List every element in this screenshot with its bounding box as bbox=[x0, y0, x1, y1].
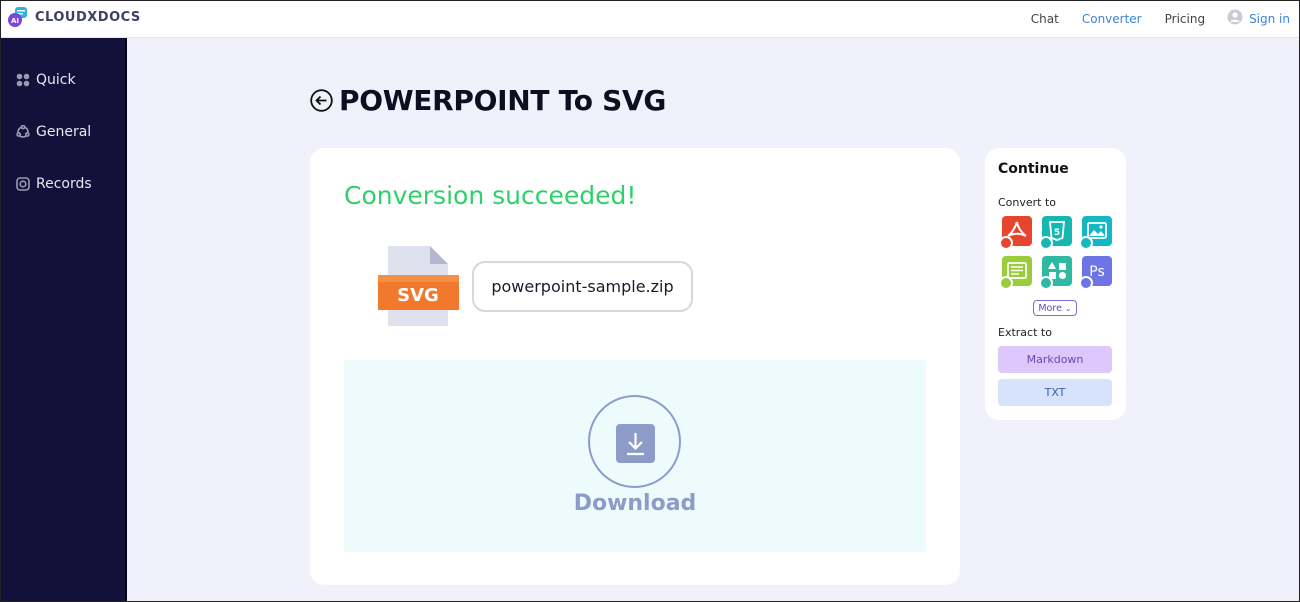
sidebar-item-general[interactable]: General bbox=[16, 124, 91, 140]
brand-name: CLOUDXDOCS bbox=[35, 9, 141, 25]
grid-icon bbox=[16, 73, 30, 87]
sidebar-item-label: Records bbox=[36, 176, 92, 192]
status-message: Conversion succeeded! bbox=[344, 181, 637, 210]
cycle-icon bbox=[16, 124, 30, 139]
sign-in-label: Sign in bbox=[1249, 11, 1290, 26]
extract-markdown-button[interactable]: Markdown bbox=[998, 346, 1112, 373]
top-bar: AI CLOUDXDOCS Chat Converter Pricing Sig… bbox=[0, 0, 1300, 38]
download-button[interactable] bbox=[588, 395, 681, 488]
sidebar-item-records[interactable]: Records bbox=[16, 176, 92, 192]
user-icon bbox=[1227, 9, 1243, 28]
format-shapes[interactable] bbox=[1039, 256, 1072, 290]
file-type-label: SVG bbox=[397, 285, 439, 306]
logo[interactable]: AI CLOUDXDOCS bbox=[7, 6, 141, 28]
format-photoshop[interactable]: Ps bbox=[1079, 256, 1112, 290]
arrow-badge-icon bbox=[1039, 236, 1053, 250]
nav-chat[interactable]: Chat bbox=[1031, 12, 1059, 26]
format-html[interactable]: 5 bbox=[1039, 216, 1072, 250]
svg-text:AI: AI bbox=[11, 17, 19, 25]
more-label: More bbox=[1038, 302, 1062, 314]
page-title-text: POWERPOINT To SVG bbox=[339, 84, 667, 117]
format-image[interactable] bbox=[1079, 216, 1112, 250]
more-formats-button[interactable]: More ⌄ bbox=[1033, 300, 1077, 316]
extract-txt-button[interactable]: TXT bbox=[998, 379, 1112, 406]
arrow-badge-icon bbox=[999, 236, 1013, 250]
continue-panel: Continue Convert to 5 Ps More ⌄ Extract … bbox=[985, 148, 1126, 420]
svg-text:Ps: Ps bbox=[1089, 264, 1105, 280]
download-label[interactable]: Download bbox=[344, 491, 926, 516]
nav-converter[interactable]: Converter bbox=[1082, 12, 1142, 26]
record-icon bbox=[16, 177, 30, 191]
arrow-badge-icon bbox=[1079, 276, 1093, 290]
back-arrow-icon[interactable] bbox=[310, 89, 333, 112]
arrow-badge-icon bbox=[1079, 236, 1093, 250]
format-document[interactable] bbox=[999, 256, 1032, 290]
sidebar-item-quick[interactable]: Quick bbox=[16, 72, 76, 88]
svg-text:5: 5 bbox=[1054, 228, 1060, 238]
download-icon bbox=[616, 424, 655, 463]
download-area[interactable]: Download bbox=[344, 360, 926, 552]
page-title: POWERPOINT To SVG bbox=[310, 84, 666, 117]
sidebar-item-label: Quick bbox=[36, 72, 76, 88]
sign-in-link[interactable]: Sign in bbox=[1227, 9, 1290, 28]
arrow-badge-icon bbox=[999, 276, 1013, 290]
chevron-down-icon: ⌄ bbox=[1064, 303, 1072, 313]
arrow-badge-icon bbox=[1039, 276, 1053, 290]
file-name-box: powerpoint-sample.zip bbox=[472, 261, 693, 312]
svg-file-icon: SVG bbox=[378, 246, 460, 326]
sidebar: Quick General Records bbox=[0, 38, 127, 602]
nav-pricing[interactable]: Pricing bbox=[1165, 12, 1205, 26]
format-pdf[interactable] bbox=[999, 216, 1032, 250]
sidebar-item-label: General bbox=[36, 124, 92, 140]
convert-to-label: Convert to bbox=[998, 196, 1057, 209]
logo-icon: AI bbox=[7, 6, 29, 28]
continue-title: Continue bbox=[998, 161, 1069, 177]
extract-to-label: Extract to bbox=[998, 326, 1052, 339]
result-card: Conversion succeeded! SVG powerpoint-sam… bbox=[310, 148, 960, 585]
top-nav: Chat Converter Pricing Sign in bbox=[1008, 0, 1290, 37]
